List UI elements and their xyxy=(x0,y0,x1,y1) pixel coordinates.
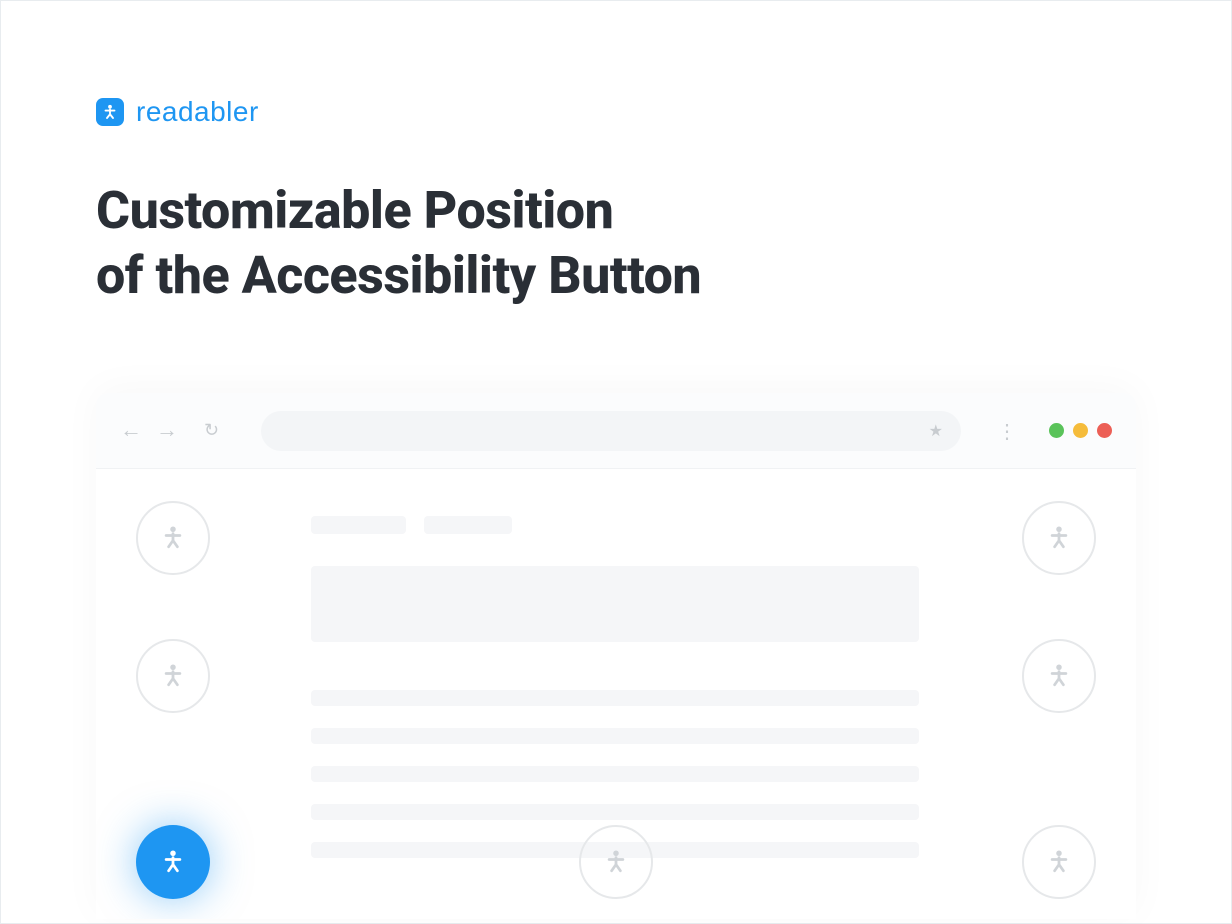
address-bar[interactable]: ★ xyxy=(261,411,961,451)
brand-logo-icon xyxy=(96,98,124,126)
back-arrow-icon[interactable]: ← xyxy=(120,420,142,442)
browser-viewport xyxy=(96,469,1136,919)
position-bottom-right[interactable] xyxy=(1022,825,1096,899)
position-bottom-left-active[interactable] xyxy=(136,825,210,899)
skeleton-line xyxy=(311,690,919,706)
star-icon[interactable]: ★ xyxy=(929,421,943,440)
skeleton-header-row xyxy=(311,516,1096,534)
close-button[interactable] xyxy=(1097,423,1112,438)
skeleton-hero xyxy=(311,566,919,642)
content-skeleton xyxy=(311,501,1096,858)
reload-icon[interactable]: ↻ xyxy=(204,420,219,441)
main-container: readabler Customizable Position of the A… xyxy=(1,1,1231,923)
maximize-button[interactable] xyxy=(1073,423,1088,438)
page-heading: Customizable Position of the Accessibili… xyxy=(96,178,1136,308)
skeleton-block xyxy=(311,516,406,534)
position-middle-left[interactable] xyxy=(136,639,210,713)
brand-row: readabler xyxy=(96,96,1136,128)
position-middle-right[interactable] xyxy=(1022,639,1096,713)
position-bottom-center[interactable] xyxy=(579,825,653,899)
minimize-button[interactable] xyxy=(1049,423,1064,438)
heading-line-1: Customizable Position xyxy=(96,180,613,241)
skeleton-block xyxy=(424,516,512,534)
browser-toolbar: ← → ↻ ★ ⋮ xyxy=(96,393,1136,469)
forward-arrow-icon[interactable]: → xyxy=(156,420,178,442)
window-controls xyxy=(1049,423,1112,438)
skeleton-line xyxy=(311,728,919,744)
heading-line-2: of the Accessibility Button xyxy=(96,245,701,306)
skeleton-line xyxy=(311,766,919,782)
brand-name: readabler xyxy=(136,96,259,128)
position-top-left[interactable] xyxy=(136,501,210,575)
nav-arrows: ← → xyxy=(120,420,178,442)
more-menu-icon[interactable]: ⋮ xyxy=(997,419,1017,443)
position-top-right[interactable] xyxy=(1022,501,1096,575)
browser-mockup: ← → ↻ ★ ⋮ xyxy=(96,393,1136,919)
skeleton-line xyxy=(311,804,919,820)
